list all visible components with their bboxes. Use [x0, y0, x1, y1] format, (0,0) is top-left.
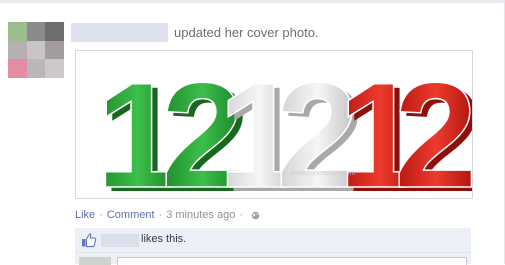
cover-watermark: www.conceptpix.com: [289, 170, 356, 177]
avatar-pixel: [45, 22, 64, 41]
cover-digit: 2: [394, 51, 472, 198]
comment-link[interactable]: Comment: [107, 209, 155, 221]
globe-icon[interactable]: [251, 211, 260, 220]
cover-digits: 112211221122: [95, 51, 472, 198]
separator: ·: [158, 209, 163, 221]
avatar-pixel: [8, 59, 27, 78]
story-actions: Like · Comment · 3 minutes ago ·: [75, 209, 260, 221]
separator: ·: [239, 209, 243, 221]
cover-photo-image: 112211221122 www.conceptpix.com: [95, 51, 472, 198]
separator: ·: [99, 209, 103, 221]
comment-composer: [75, 253, 471, 265]
likes-text: likes this.: [141, 233, 187, 245]
avatar-pixel: [8, 40, 27, 60]
avatar-pixel: [8, 22, 27, 41]
avatar-pixel: [26, 22, 46, 41]
story-action-text: updated her cover photo.: [174, 25, 319, 40]
liker-name-redacted[interactable]: [101, 234, 139, 247]
avatar-pixel: [26, 40, 46, 60]
top-divider: [0, 0, 505, 3]
avatar-pixel: [26, 59, 46, 78]
thumbs-up-icon: [82, 233, 97, 248]
timestamp[interactable]: 3 minutes ago: [166, 209, 235, 221]
avatar-pixel: [45, 59, 64, 78]
cover-photo[interactable]: 112211221122 www.conceptpix.com: [75, 50, 473, 199]
avatar-pixel: [45, 40, 64, 60]
profile-avatar[interactable]: [8, 22, 64, 78]
news-feed-story: updated her cover photo. 1 1 2 2 1 1 2 2…: [0, 0, 505, 265]
author-name-redacted[interactable]: [71, 23, 168, 42]
likes-bar: likes this.: [75, 228, 471, 253]
like-link[interactable]: Like: [75, 209, 95, 221]
